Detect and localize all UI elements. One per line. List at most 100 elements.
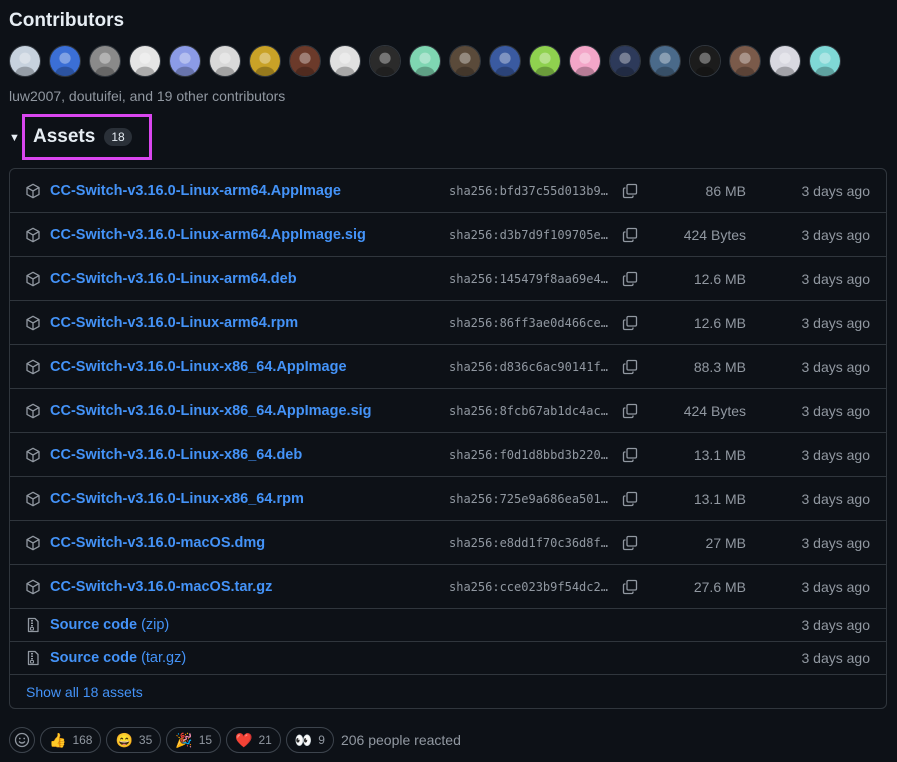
assets-highlight-box: Assets 18: [22, 114, 152, 160]
caret-down-icon[interactable]: ▼: [9, 132, 22, 144]
asset-row: CC-Switch-v3.16.0-macOS.dmg sha256:e8dd1…: [10, 521, 886, 565]
package-icon: [25, 491, 41, 507]
source-code-row: Source code (tar.gz) 3 days ago: [10, 642, 886, 675]
contributor-avatar[interactable]: [209, 45, 241, 77]
asset-sha256: sha256:d836c6ac90141f…: [449, 359, 608, 374]
reaction-count: 168: [72, 733, 93, 747]
contributor-avatar[interactable]: [129, 45, 161, 77]
source-code-link[interactable]: Source code (zip): [50, 617, 169, 633]
asset-row: CC-Switch-v3.16.0-Linux-arm64.AppImage.s…: [10, 213, 886, 257]
reaction-emoji-icon: ❤️: [235, 731, 253, 748]
package-icon: [25, 315, 41, 331]
asset-size: 13.1 MB: [693, 490, 746, 507]
reaction-count: 35: [138, 733, 153, 747]
asset-row: CC-Switch-v3.16.0-Linux-x86_64.deb sha25…: [10, 433, 886, 477]
package-icon: [25, 227, 41, 243]
asset-date: 3 days ago: [801, 182, 871, 199]
contributor-avatar[interactable]: [609, 45, 641, 77]
asset-sha256: sha256:86ff3ae0d466ce…: [449, 315, 608, 330]
package-icon: [25, 579, 41, 595]
assets-title: Assets: [33, 126, 96, 147]
asset-file-link[interactable]: CC-Switch-v3.16.0-Linux-x86_64.rpm: [50, 491, 304, 507]
asset-size: 86 MB: [705, 182, 746, 199]
contributor-avatar[interactable]: [809, 45, 841, 77]
asset-row: CC-Switch-v3.16.0-Linux-arm64.rpm sha256…: [10, 301, 886, 345]
asset-date: 3 days ago: [801, 534, 871, 551]
contributor-avatar[interactable]: [569, 45, 601, 77]
contributor-avatar[interactable]: [409, 45, 441, 77]
reaction-button[interactable]: 😄 35: [106, 727, 162, 753]
asset-size: 13.1 MB: [693, 446, 746, 463]
contributor-avatar[interactable]: [529, 45, 561, 77]
asset-file-link[interactable]: CC-Switch-v3.16.0-macOS.tar.gz: [50, 579, 272, 595]
asset-size: 27 MB: [705, 534, 746, 551]
contributor-avatar[interactable]: [89, 45, 121, 77]
contributors-summary[interactable]: luw2007, doutuifei, and 19 other contrib…: [9, 88, 285, 104]
contributors-avatars: [9, 45, 841, 77]
contributor-avatar[interactable]: [9, 45, 41, 77]
asset-file-link[interactable]: CC-Switch-v3.16.0-Linux-x86_64.AppImage: [50, 359, 347, 375]
asset-file-link[interactable]: CC-Switch-v3.16.0-macOS.dmg: [50, 535, 265, 551]
reaction-button[interactable]: 👀 9: [285, 727, 334, 753]
contributor-avatar[interactable]: [649, 45, 681, 77]
source-code-link[interactable]: Source code (tar.gz): [50, 650, 186, 666]
reaction-count: 9: [318, 733, 325, 747]
asset-date: 3 days ago: [801, 358, 871, 375]
asset-size: 12.6 MB: [693, 270, 746, 287]
reaction-count: 21: [258, 733, 272, 747]
copy-icon[interactable]: [622, 579, 638, 595]
contributor-avatar[interactable]: [49, 45, 81, 77]
source-code-format[interactable]: (zip): [141, 617, 169, 633]
asset-sha256: sha256:725e9a686ea501…: [449, 491, 608, 506]
source-code-row: Source code (zip) 3 days ago: [10, 609, 886, 642]
contributor-avatar[interactable]: [729, 45, 761, 77]
reaction-button[interactable]: 👍 168: [40, 727, 102, 753]
reaction-emoji-icon: 😄: [115, 731, 133, 748]
asset-file-link[interactable]: CC-Switch-v3.16.0-Linux-x86_64.AppImage.…: [50, 403, 372, 419]
asset-row: CC-Switch-v3.16.0-Linux-x86_64.rpm sha25…: [10, 477, 886, 521]
copy-icon[interactable]: [622, 227, 638, 243]
copy-icon[interactable]: [622, 491, 638, 507]
source-code-label[interactable]: Source code: [50, 617, 137, 633]
contributor-avatar[interactable]: [489, 45, 521, 77]
asset-date: 3 days ago: [801, 617, 871, 633]
contributor-avatar[interactable]: [289, 45, 321, 77]
reaction-button[interactable]: ❤️ 21: [226, 727, 281, 753]
copy-icon[interactable]: [622, 315, 638, 331]
copy-icon[interactable]: [622, 447, 638, 463]
file-zip-icon: [25, 617, 41, 633]
add-reaction-button[interactable]: [9, 727, 35, 753]
copy-icon[interactable]: [622, 271, 638, 287]
asset-file-link[interactable]: CC-Switch-v3.16.0-Linux-x86_64.deb: [50, 447, 302, 463]
copy-icon[interactable]: [622, 183, 638, 199]
show-all-row: Show all 18 assets: [10, 675, 886, 708]
reaction-button[interactable]: 🎉 15: [166, 727, 222, 753]
asset-size: 424 Bytes: [683, 226, 746, 243]
contributor-avatar[interactable]: [449, 45, 481, 77]
contributor-avatar[interactable]: [249, 45, 281, 77]
asset-file-link[interactable]: CC-Switch-v3.16.0-Linux-arm64.deb: [50, 271, 297, 287]
source-code-format[interactable]: (tar.gz): [141, 650, 186, 666]
asset-date: 3 days ago: [801, 446, 871, 463]
contributor-avatar[interactable]: [689, 45, 721, 77]
assets-count-badge: 18: [104, 128, 132, 146]
reactions-total: 206 people reacted: [340, 732, 461, 748]
asset-date: 3 days ago: [801, 650, 871, 666]
copy-icon[interactable]: [622, 359, 638, 375]
show-all-assets-link[interactable]: Show all 18 assets: [26, 684, 143, 700]
package-icon: [25, 183, 41, 199]
contributor-avatar[interactable]: [369, 45, 401, 77]
copy-icon[interactable]: [622, 403, 638, 419]
source-code-label[interactable]: Source code: [50, 650, 137, 666]
reaction-emoji-icon: 👀: [294, 731, 313, 748]
asset-file-link[interactable]: CC-Switch-v3.16.0-Linux-arm64.AppImage: [50, 183, 341, 199]
asset-row: CC-Switch-v3.16.0-Linux-arm64.deb sha256…: [10, 257, 886, 301]
contributor-avatar[interactable]: [769, 45, 801, 77]
contributor-avatar[interactable]: [169, 45, 201, 77]
assets-header[interactable]: ▼ Assets 18: [9, 114, 152, 160]
asset-file-link[interactable]: CC-Switch-v3.16.0-Linux-arm64.AppImage.s…: [50, 227, 366, 243]
asset-row: CC-Switch-v3.16.0-Linux-arm64.AppImage s…: [10, 169, 886, 213]
contributor-avatar[interactable]: [329, 45, 361, 77]
copy-icon[interactable]: [622, 535, 638, 551]
asset-file-link[interactable]: CC-Switch-v3.16.0-Linux-arm64.rpm: [50, 315, 298, 331]
